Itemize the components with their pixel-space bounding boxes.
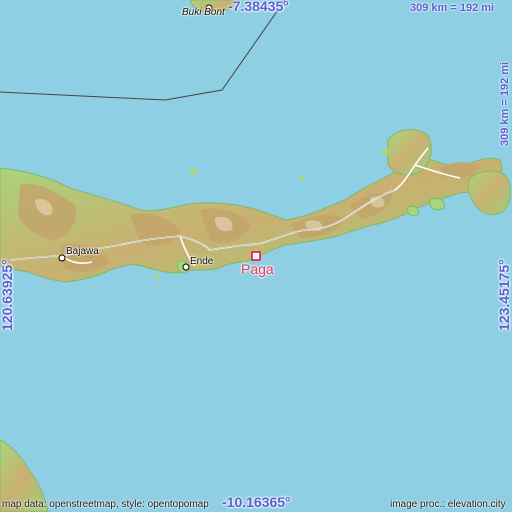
ende-label: Ende [190, 256, 214, 267]
right-longitude-label: 123.45175° [496, 259, 512, 331]
small-island [407, 205, 419, 217]
ende-marker[interactable] [182, 263, 190, 271]
bajawa-label: Bajawa [66, 246, 99, 257]
left-longitude-label: 120.63925° [0, 259, 15, 331]
elevation-map[interactable]: -7.38435° -10.16365° 120.63925° 123.4517… [0, 0, 512, 512]
paga-marker[interactable] [251, 251, 261, 261]
bottom-latitude-label: -10.16365° [222, 494, 291, 510]
scale-right: 309 km = 192 mi [499, 61, 511, 146]
map-credit: map data: openstreetmap, style: opentopo… [2, 499, 209, 510]
processing-credit: image proc.: elevation.city [390, 499, 506, 510]
small-island [429, 197, 445, 211]
buki-bont-label: Buki Bont [182, 7, 225, 18]
scale-top: 309 km = 192 mi [410, 2, 495, 14]
bajawa-marker[interactable] [58, 254, 66, 262]
top-latitude-label: -7.38435° [228, 0, 289, 14]
paga-label: Paga [241, 261, 274, 277]
